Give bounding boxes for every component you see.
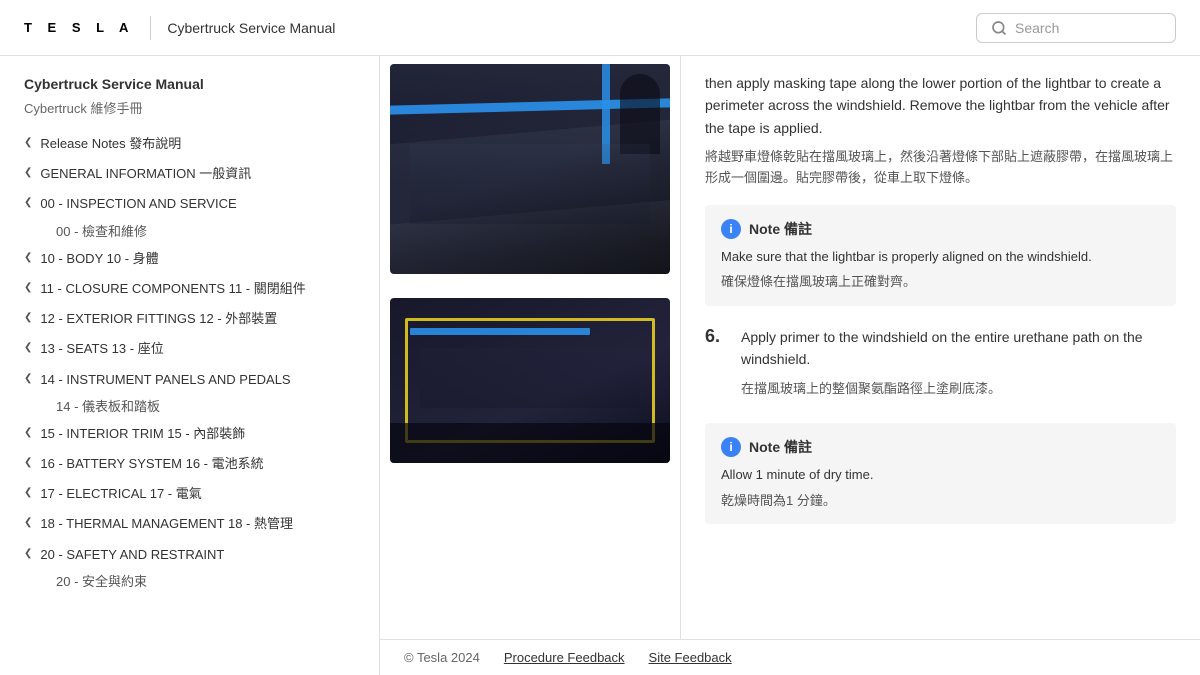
sidebar-item-interior[interactable]: ❮ 15 - INTERIOR TRIM 15 - 內部裝飾 xyxy=(0,419,379,449)
sidebar-item-closure[interactable]: ❮ 11 - CLOSURE COMPONENTS 11 - 關閉組件 xyxy=(0,274,379,304)
note-box-1: i Note 備註 Make sure that the lightbar is… xyxy=(705,205,1176,306)
sidebar-item-label: 14 - INSTRUMENT PANELS AND PEDALS xyxy=(40,371,290,389)
search-box[interactable]: Search xyxy=(976,13,1176,43)
sidebar-sub-label: 14 - 儀表板和踏板 xyxy=(56,398,160,416)
chevron-icon: ❮ xyxy=(24,548,32,559)
procedure-image-2 xyxy=(390,298,670,463)
step6-text-zh: 在擋風玻璃上的整個聚氨酯路徑上塗刷底漆。 xyxy=(741,379,1176,400)
chevron-icon: ❮ xyxy=(24,517,32,528)
chevron-icon: ❮ xyxy=(24,312,32,323)
sidebar-item-release-notes[interactable]: ❮ Release Notes 發布說明 xyxy=(0,129,379,159)
sidebar-item-body[interactable]: ❮ 10 - BODY 10 - 身體 xyxy=(0,244,379,274)
sidebar-item-electrical[interactable]: ❮ 17 - ELECTRICAL 17 - 電氣 xyxy=(0,479,379,509)
glass-reflection-2 xyxy=(420,348,640,408)
sidebar-item-label: 18 - THERMAL MANAGEMENT 18 - 熱管理 xyxy=(40,515,293,533)
site-feedback-link[interactable]: Site Feedback xyxy=(649,650,732,665)
note2-text-en: Allow 1 minute of dry time. xyxy=(721,465,1160,485)
note-label-2: Note 備註 xyxy=(749,437,812,457)
sidebar-item-label: 13 - SEATS 13 - 座位 xyxy=(40,340,163,358)
step6-text-en: Apply primer to the windshield on the en… xyxy=(741,326,1176,371)
sidebar-item-safety[interactable]: ❮ 20 - SAFETY AND RESTRAINT xyxy=(0,540,379,570)
sidebar-item-exterior[interactable]: ❮ 12 - EXTERIOR FITTINGS 12 - 外部裝置 xyxy=(0,304,379,334)
note2-text-zh: 乾燥時間為1 分鐘。 xyxy=(721,491,1160,511)
glass-reflection xyxy=(410,144,650,224)
sidebar-item-label: 16 - BATTERY SYSTEM 16 - 電池系統 xyxy=(40,455,263,473)
sidebar-sub-inspection[interactable]: 00 - 檢查和維修 xyxy=(0,220,379,244)
procedure-image-1 xyxy=(390,64,670,274)
sidebar-item-label: 20 - SAFETY AND RESTRAINT xyxy=(40,546,224,564)
chevron-icon: ❮ xyxy=(24,342,32,353)
sidebar-item-label: Release Notes 發布說明 xyxy=(40,135,181,153)
chevron-icon: ❮ xyxy=(24,252,32,263)
chevron-icon: ❮ xyxy=(24,457,32,468)
intro-text-block: then apply masking tape along the lower … xyxy=(705,72,1176,189)
sidebar-item-instrument[interactable]: ❮ 14 - INSTRUMENT PANELS AND PEDALS xyxy=(0,365,379,395)
header-title: Cybertruck Service Manual xyxy=(167,20,335,36)
sidebar: Cybertruck Service Manual Cybertruck 維修手… xyxy=(0,56,380,675)
note1-text-en: Make sure that the lightbar is properly … xyxy=(721,247,1160,267)
blue-tape xyxy=(410,328,590,335)
chevron-icon: ❮ xyxy=(24,487,32,498)
footer: © Tesla 2024 Procedure Feedback Site Fee… xyxy=(380,639,1200,675)
search-icon xyxy=(991,20,1007,36)
sidebar-manual-title: Cybertruck Service Manual xyxy=(0,72,379,96)
sidebar-item-label: 12 - EXTERIOR FITTINGS 12 - 外部裝置 xyxy=(40,310,277,328)
note-header-1: i Note 備註 xyxy=(721,219,1160,239)
sidebar-sub-label: 20 - 安全與約束 xyxy=(56,573,147,591)
sidebar-item-label: 17 - ELECTRICAL 17 - 電氣 xyxy=(40,485,201,503)
header-divider xyxy=(150,16,151,40)
layout: Cybertruck Service Manual Cybertruck 維修手… xyxy=(0,56,1200,675)
sidebar-item-label: 15 - INTERIOR TRIM 15 - 內部裝飾 xyxy=(40,425,245,443)
sidebar-item-label: 10 - BODY 10 - 身體 xyxy=(40,250,158,268)
search-placeholder: Search xyxy=(1015,20,1059,36)
sidebar-item-inspection[interactable]: ❮ 00 - INSPECTION AND SERVICE xyxy=(0,189,379,219)
chevron-icon: ❮ xyxy=(24,427,32,438)
person-silhouette xyxy=(620,74,660,154)
chevron-icon: ❮ xyxy=(24,373,32,384)
note-header-2: i Note 備註 xyxy=(721,437,1160,457)
sidebar-item-label: GENERAL INFORMATION 一般資訊 xyxy=(40,165,251,183)
note-icon-2: i xyxy=(721,437,741,457)
main-content: then apply masking tape along the lower … xyxy=(380,56,1200,675)
sidebar-item-seats[interactable]: ❮ 13 - SEATS 13 - 座位 xyxy=(0,334,379,364)
sidebar-item-general-info[interactable]: ❮ GENERAL INFORMATION 一般資訊 xyxy=(0,159,379,189)
note-box-2: i Note 備註 Allow 1 minute of dry time. 乾燥… xyxy=(705,423,1176,524)
note1-text-zh: 確保燈條在擋風玻璃上正確對齊。 xyxy=(721,272,1160,292)
sidebar-sub-instrument[interactable]: 14 - 儀表板和踏板 xyxy=(0,395,379,419)
tesla-logo: T E S L A xyxy=(24,20,134,35)
image-area xyxy=(380,56,680,675)
footer-copyright: © Tesla 2024 xyxy=(404,650,480,665)
step-6-number: 6. xyxy=(705,326,729,347)
note-label-1: Note 備註 xyxy=(749,219,812,239)
chevron-icon: ❮ xyxy=(24,197,32,208)
sidebar-item-label: 11 - CLOSURE COMPONENTS 11 - 關閉組件 xyxy=(40,280,305,298)
step-6-content: Apply primer to the windshield on the en… xyxy=(741,326,1176,408)
procedure-feedback-link[interactable]: Procedure Feedback xyxy=(504,650,625,665)
note-icon-1: i xyxy=(721,219,741,239)
intro-text-en: then apply masking tape along the lower … xyxy=(705,72,1176,139)
sidebar-manual-subtitle: Cybertruck 維修手冊 xyxy=(0,96,379,129)
sidebar-sub-safety[interactable]: 20 - 安全與約束 xyxy=(0,570,379,594)
car-body xyxy=(390,423,670,463)
header: T E S L A Cybertruck Service Manual Sear… xyxy=(0,0,1200,56)
chevron-icon: ❮ xyxy=(24,167,32,178)
intro-text-zh: 將越野車燈條乾貼在擋風玻璃上，然後沿著燈條下部貼上遮蔽膠帶，在擋風玻璃上形成一個… xyxy=(705,147,1176,189)
sidebar-item-battery[interactable]: ❮ 16 - BATTERY SYSTEM 16 - 電池系統 xyxy=(0,449,379,479)
sidebar-item-thermal[interactable]: ❮ 18 - THERMAL MANAGEMENT 18 - 熱管理 xyxy=(0,509,379,539)
sidebar-sub-label: 00 - 檢查和維修 xyxy=(56,223,147,241)
content-area: then apply masking tape along the lower … xyxy=(680,56,1200,675)
chevron-icon: ❮ xyxy=(24,282,32,293)
header-left: T E S L A Cybertruck Service Manual xyxy=(24,16,335,40)
step-6-header: 6. Apply primer to the windshield on the… xyxy=(705,326,1176,408)
sidebar-item-label: 00 - INSPECTION AND SERVICE xyxy=(40,195,236,213)
chevron-icon: ❮ xyxy=(24,137,32,148)
